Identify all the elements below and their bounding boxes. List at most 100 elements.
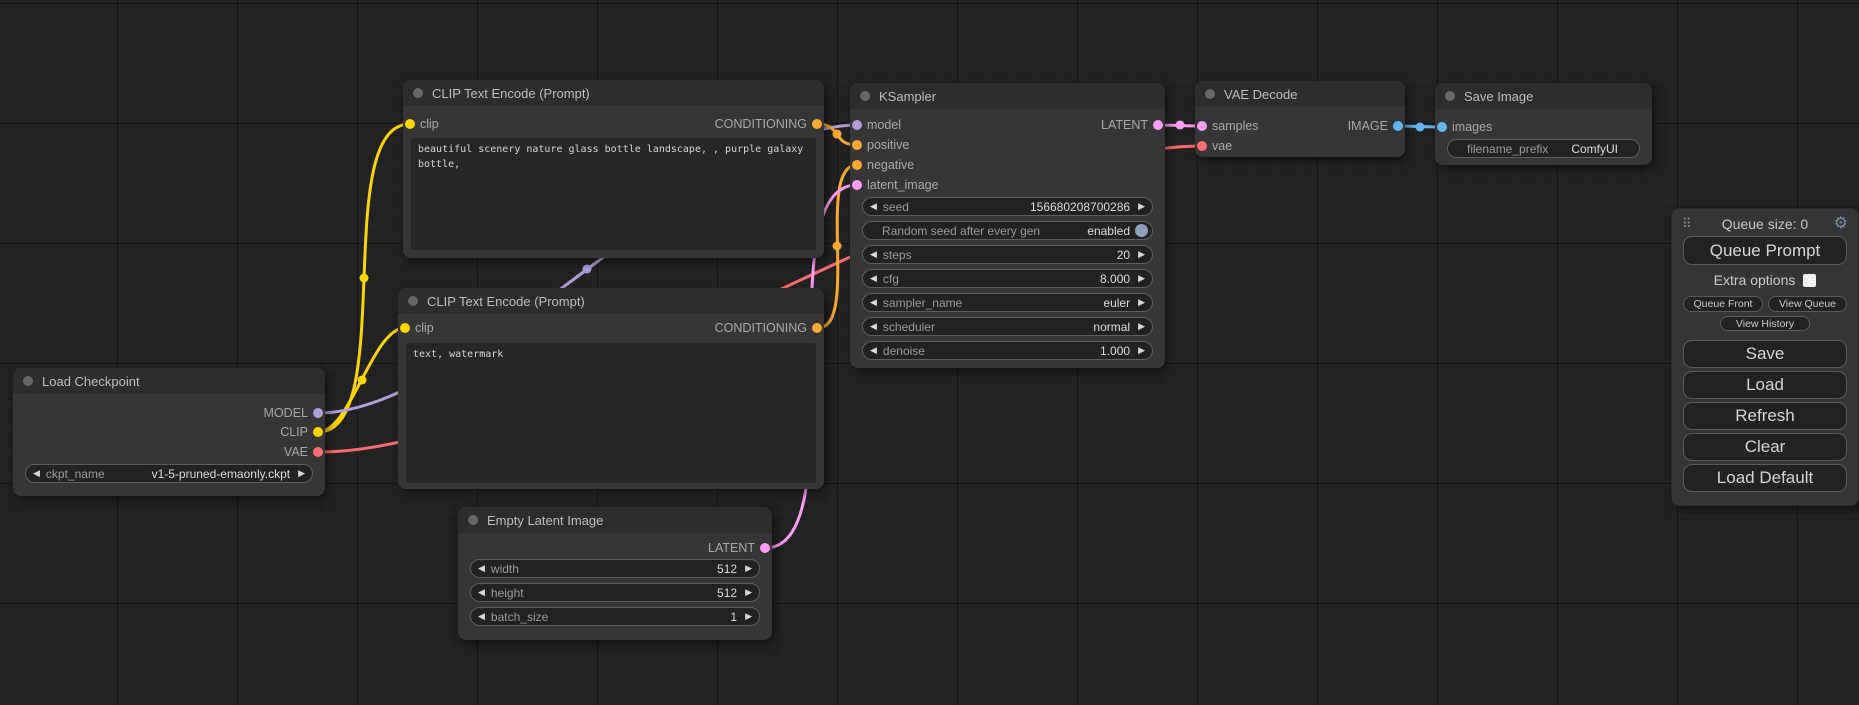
node-vae-decode[interactable]: VAE Decode samples IMAGE vae <box>1195 81 1405 157</box>
extra-options-checkbox[interactable] <box>1803 274 1816 287</box>
increment-icon[interactable]: ▶ <box>1138 346 1145 355</box>
queue-size-label: Queue size: 0 <box>1672 216 1858 232</box>
decrement-icon[interactable]: ◀ <box>870 298 877 307</box>
filename-prefix-widget[interactable]: filename_prefix ComfyUI <box>1447 139 1640 158</box>
node-save-image[interactable]: Save Image images filename_prefix ComfyU… <box>1435 83 1652 165</box>
refresh-button[interactable]: Refresh <box>1683 402 1847 430</box>
conditioning-output-dot[interactable] <box>812 119 822 129</box>
node-title: KSampler <box>879 89 936 104</box>
positive-prompt-textarea[interactable]: beautiful scenery nature glass bottle la… <box>411 138 816 250</box>
output-slot-image: IMAGE <box>1348 119 1405 133</box>
decrement-icon[interactable]: ◀ <box>870 274 877 283</box>
conditioning-output-dot[interactable] <box>812 323 822 333</box>
collapse-dot-icon[interactable] <box>1205 89 1215 99</box>
model-output-dot[interactable] <box>313 408 323 418</box>
clip-output-dot[interactable] <box>313 427 323 437</box>
increment-icon[interactable]: ▶ <box>1138 250 1145 259</box>
image-output-dot[interactable] <box>1393 121 1403 131</box>
decrement-icon[interactable]: ◀ <box>870 202 877 211</box>
positive-input-dot[interactable] <box>852 140 862 150</box>
increment-icon[interactable]: ▶ <box>745 588 752 597</box>
width-widget[interactable]: ◀ width 512 ▶ <box>470 559 760 578</box>
decrement-icon[interactable]: ◀ <box>870 250 877 259</box>
samples-input-dot[interactable] <box>1197 121 1207 131</box>
view-history-button[interactable]: View History <box>1720 316 1810 331</box>
batch-size-widget[interactable]: ◀ batch_size 1 ▶ <box>470 607 760 626</box>
cfg-widget[interactable]: ◀ cfg 8.000 ▶ <box>862 269 1153 288</box>
collapse-dot-icon[interactable] <box>23 376 33 386</box>
node-clip-text-encode-negative[interactable]: CLIP Text Encode (Prompt) clip CONDITION… <box>398 288 824 489</box>
gear-icon[interactable]: ⚙ <box>1834 216 1848 232</box>
scheduler-widget[interactable]: ◀ scheduler normal ▶ <box>862 317 1153 336</box>
negative-input-dot[interactable] <box>852 160 862 170</box>
view-queue-button[interactable]: View Queue <box>1768 296 1847 312</box>
decrement-icon[interactable]: ◀ <box>870 346 877 355</box>
slot-label: CLIP <box>280 425 308 439</box>
increment-icon[interactable]: ▶ <box>1138 322 1145 331</box>
toggle-circle-icon[interactable] <box>1135 224 1148 237</box>
drag-handle-icon[interactable]: ⠿ <box>1682 216 1692 232</box>
node-header[interactable]: CLIP Text Encode (Prompt) <box>403 80 824 106</box>
decrement-icon[interactable]: ◀ <box>478 564 485 573</box>
node-header[interactable]: KSampler <box>850 83 1165 109</box>
queue-panel[interactable]: ⠿ Queue size: 0 ⚙ Queue Prompt Extra opt… <box>1671 208 1859 506</box>
increment-icon[interactable]: ▶ <box>745 564 752 573</box>
widget-value: normal <box>1093 320 1130 334</box>
decrement-icon[interactable]: ◀ <box>33 469 40 478</box>
node-header[interactable]: CLIP Text Encode (Prompt) <box>398 288 824 314</box>
decrement-icon[interactable]: ◀ <box>478 588 485 597</box>
increment-icon[interactable]: ▶ <box>1138 202 1145 211</box>
images-input-dot[interactable] <box>1437 122 1447 132</box>
latent-image-input-dot[interactable] <box>852 180 862 190</box>
link-midpoint-dot <box>358 376 367 385</box>
slot-label: model <box>867 118 901 132</box>
increment-icon[interactable]: ▶ <box>745 612 752 621</box>
decrement-icon[interactable]: ◀ <box>478 612 485 621</box>
random-seed-toggle-widget[interactable]: Random seed after every gen enabled <box>862 221 1153 240</box>
widget-value: 20 <box>1117 248 1130 262</box>
sampler-name-widget[interactable]: ◀ sampler_name euler ▶ <box>862 293 1153 312</box>
node-header[interactable]: Save Image <box>1435 83 1652 109</box>
clip-input-dot[interactable] <box>405 119 415 129</box>
height-widget[interactable]: ◀ height 512 ▶ <box>470 583 760 602</box>
slot-label: positive <box>867 138 909 152</box>
collapse-dot-icon[interactable] <box>408 296 418 306</box>
collapse-dot-icon[interactable] <box>1445 91 1455 101</box>
collapse-dot-icon[interactable] <box>413 88 423 98</box>
save-button[interactable]: Save <box>1683 340 1847 368</box>
vae-output-dot[interactable] <box>313 447 323 457</box>
node-clip-text-encode-positive[interactable]: CLIP Text Encode (Prompt) clip CONDITION… <box>403 80 824 258</box>
negative-prompt-textarea[interactable]: text, watermark <box>406 343 816 483</box>
node-header[interactable]: Load Checkpoint <box>13 368 325 394</box>
denoise-widget[interactable]: ◀ denoise 1.000 ▶ <box>862 341 1153 360</box>
ckpt-name-widget[interactable]: ◀ ckpt_name v1-5-pruned-emaonly.ckpt ▶ <box>25 464 313 483</box>
clip-input-dot[interactable] <box>400 323 410 333</box>
load-button[interactable]: Load <box>1683 371 1847 399</box>
node-empty-latent-image[interactable]: Empty Latent Image LATENT ◀ width 512 ▶ … <box>458 507 772 640</box>
steps-widget[interactable]: ◀ steps 20 ▶ <box>862 245 1153 264</box>
collapse-dot-icon[interactable] <box>860 91 870 101</box>
node-ksampler[interactable]: KSampler model LATENT positive negative … <box>850 83 1165 368</box>
extra-options-label: Extra options <box>1714 272 1796 288</box>
increment-icon[interactable]: ▶ <box>298 469 305 478</box>
load-default-button[interactable]: Load Default <box>1683 464 1847 492</box>
latent-output-dot[interactable] <box>1153 120 1163 130</box>
decrement-icon[interactable]: ◀ <box>870 322 877 331</box>
slot-label: latent_image <box>867 178 939 192</box>
latent-output-dot[interactable] <box>760 543 770 553</box>
seed-widget[interactable]: ◀ seed 156680208700286 ▶ <box>862 197 1153 216</box>
node-header[interactable]: VAE Decode <box>1195 81 1405 107</box>
increment-icon[interactable]: ▶ <box>1138 274 1145 283</box>
queue-front-button[interactable]: Queue Front <box>1683 296 1763 312</box>
increment-icon[interactable]: ▶ <box>1138 298 1145 307</box>
node-load-checkpoint[interactable]: Load Checkpoint MODEL CLIP VAE ◀ ckpt_na… <box>13 368 325 496</box>
vae-input-dot[interactable] <box>1197 141 1207 151</box>
queue-panel-header: ⠿ Queue size: 0 ⚙ <box>1672 215 1858 233</box>
collapse-dot-icon[interactable] <box>468 515 478 525</box>
node-header[interactable]: Empty Latent Image <box>458 507 772 533</box>
queue-prompt-button[interactable]: Queue Prompt <box>1683 236 1847 265</box>
clear-button[interactable]: Clear <box>1683 433 1847 461</box>
model-input-dot[interactable] <box>852 120 862 130</box>
input-slot-samples: samples <box>1195 119 1259 133</box>
link-midpoint-dot <box>833 130 842 139</box>
